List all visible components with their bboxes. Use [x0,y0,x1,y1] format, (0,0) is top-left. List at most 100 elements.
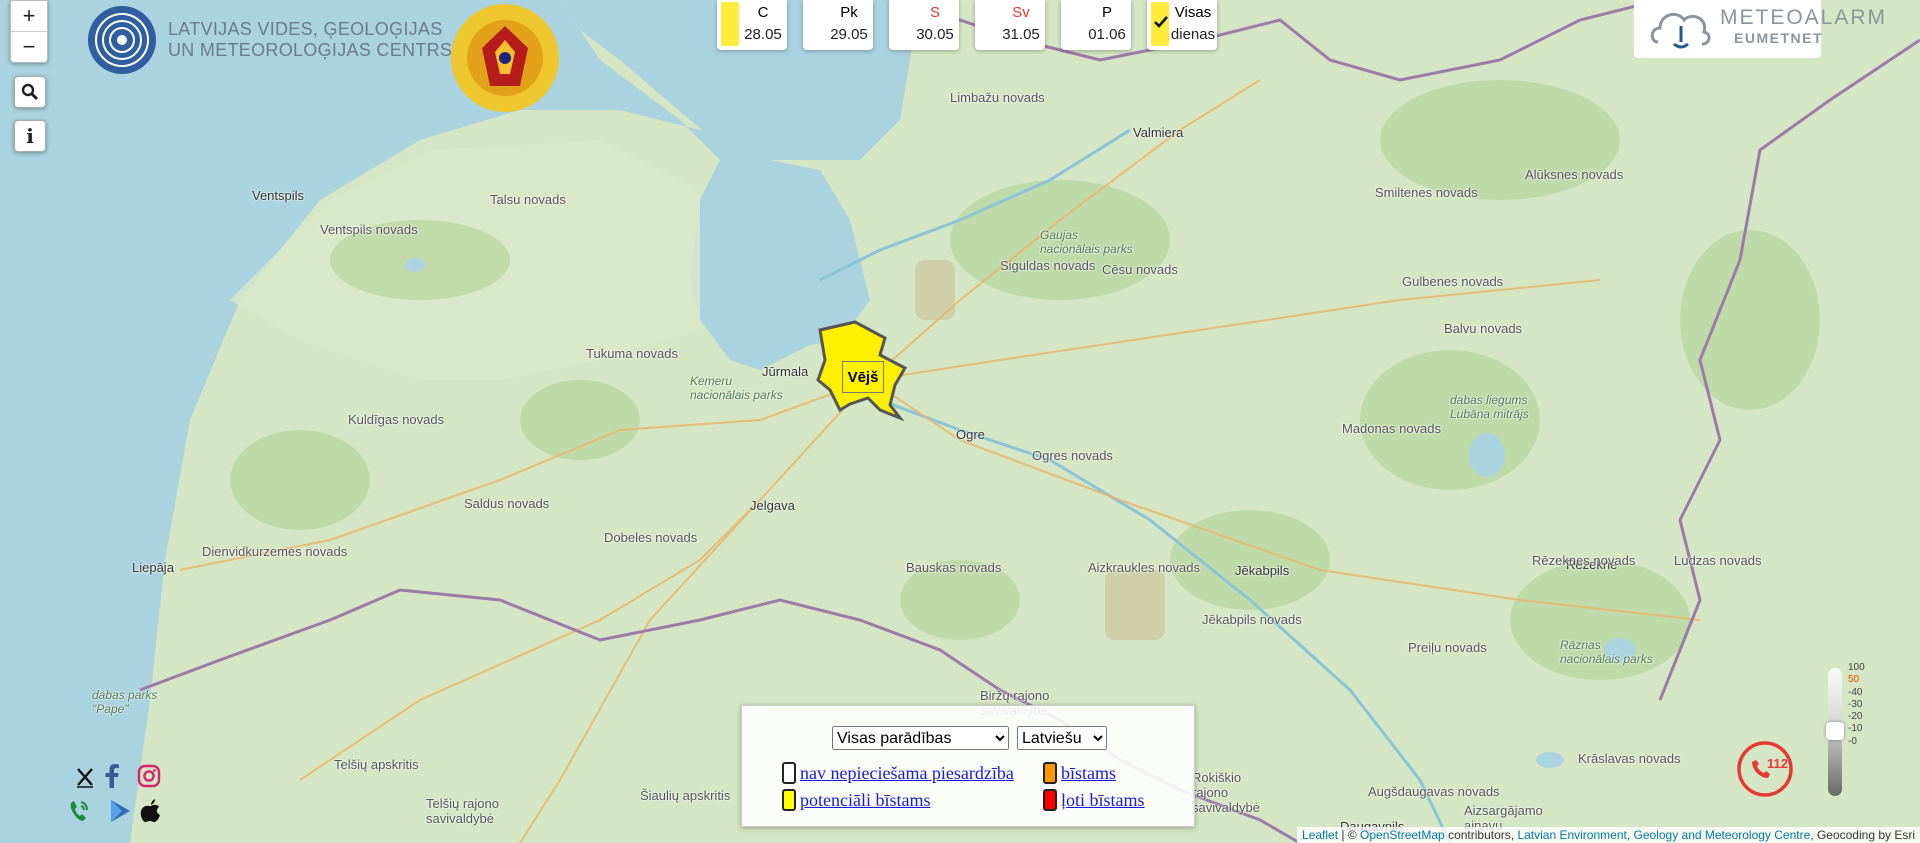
foreign-region-label: Šiaulių apskritis [640,788,731,803]
checkmark-icon [1154,16,1168,28]
novads-label: Smiltenes novads [1375,185,1478,200]
novads-label: Augšdaugavas novads [1368,784,1500,799]
novads-label: Preiļu novads [1408,640,1487,655]
leaflet-link[interactable]: Leaflet [1302,828,1338,842]
instagram-icon[interactable] [137,764,161,788]
google-play-icon[interactable] [108,798,132,824]
all-days-toggle[interactable]: Visas dienas [1147,0,1217,50]
novads-label: Gulbenes novads [1402,274,1504,289]
legend-item-potential: potenciāli bīstams [782,789,930,811]
city-label: Ogre [956,427,985,442]
attribution-separator: | © [1338,828,1361,842]
phone-icon[interactable] [67,798,91,824]
novads-label: Jēkabpils novads [1202,612,1302,627]
city-label: Ventspils [252,188,305,203]
legend-swatch-red [1043,789,1057,811]
zoom-in-button[interactable]: + [11,1,47,31]
search-icon [21,83,39,101]
scale-tick: -0 [1848,735,1857,747]
scale-slider-handle[interactable] [1826,722,1844,740]
foreign-region-label: Telšių rajono savivaldybė [426,796,499,826]
novads-label: Tukuma novads [586,346,679,361]
novads-label: Kuldīgas novads [348,412,445,427]
novads-label: Siguldas novads [1000,258,1096,273]
foreign-region-label: Telšių apskritis [334,757,419,772]
info-button[interactable]: i [14,120,46,152]
warning-marker-wind[interactable]: Vējš [842,361,884,393]
map-attribution: Leaflet | © OpenStreetMap contributors, … [1297,827,1920,843]
day-tab-0[interactable]: C 28.05 [717,0,787,50]
facebook-icon[interactable] [104,764,120,788]
city-label: Jēkabpils [1235,563,1290,578]
zoom-control: + − [10,0,48,63]
day-tab-3[interactable]: Sv 31.05 [975,0,1045,50]
scale-tick: -30 [1848,698,1863,710]
meteoalarm-title: METEOALARM [1720,6,1888,29]
day-tab-2[interactable]: S 30.05 [889,0,959,50]
scale-tick: -20 [1848,711,1863,723]
day-name: Sv [1012,4,1030,21]
day-name: C [757,4,769,21]
legend-link-none[interactable]: nav nepieciešama piesardzība [800,763,1014,784]
park-label: Rāznas nacionālais parks [1560,638,1653,666]
day-date: 30.05 [916,26,954,43]
scale-tick: -10 [1848,723,1863,735]
phenomenon-filter-select[interactable]: Visas parādības [832,726,1009,750]
novads-label: Ludzas novads [1674,553,1762,568]
park-label: Kemeru nacionālais parks [690,374,783,402]
scale-ticks: 100 50 -40 -30 -20 -10 -0 [1848,662,1865,748]
legend-link-potential[interactable]: potenciāli bīstams [800,790,930,811]
lvgmc-link[interactable]: Latvian Environment, Geology and Meteoro… [1517,828,1810,842]
legend-selects: Visas parādības Latviešu [832,726,1107,750]
park-label: Gaujas nacionālais parks [1040,228,1133,256]
lvgmc-title-line2: UN METEOROLOĢIJAS CENTRS [168,40,453,60]
novads-label: Limbažu novads [950,90,1045,105]
novads-label: Cēsu novads [1102,262,1178,277]
city-label: Liepāja [132,560,174,575]
novads-label: Ogres novads [1032,448,1113,463]
zoom-out-button[interactable]: − [11,31,47,62]
meteoalarm-cloud-icon [1650,12,1711,49]
novads-label: Dobeles novads [604,530,698,545]
day-tab-4[interactable]: P 01.06 [1061,0,1131,50]
legend-link-dangerous[interactable]: bīstams [1061,763,1116,784]
day-date: 01.06 [1088,26,1126,43]
scale-tick: -40 [1848,686,1863,698]
day-name: S [929,4,940,21]
lvgmc-title-line1: LATVIJAS VIDES, ĢEOLOĢIJAS [168,19,443,39]
legend-item-very-dangerous: ļoti bīstams [1043,789,1145,811]
language-select[interactable]: Latviešu [1017,726,1107,750]
info-icon: i [26,124,34,148]
lvgmc-logo[interactable]: LATVIJAS VIDES, ĢEOLOĢIJAS UN METEOROLOĢ… [86,4,452,76]
legend-swatch-yellow [782,789,796,811]
all-days-line1: Visas [1174,4,1212,21]
novads-label: Saldus novads [464,496,550,511]
novads-label: Alūksnes novads [1525,167,1624,182]
novads-label: Aizkraukles novads [1088,560,1200,575]
novads-label: Talsu novads [490,192,566,207]
day-name: Pk [840,4,858,21]
legend-link-very-dangerous[interactable]: ļoti bīstams [1061,790,1145,811]
day-tab-1[interactable]: Pk 29.05 [803,0,873,50]
legend-item-dangerous: bīstams [1043,762,1116,784]
city-label: Jelgava [750,498,795,513]
search-button[interactable] [14,76,46,108]
day-name: P [1101,4,1112,21]
emergency-112-button[interactable]: 112 [1736,740,1794,798]
meteoalarm-subtitle: EUMETNET [1734,30,1823,46]
day-date: 31.05 [1002,26,1040,43]
fire-rescue-emblem-icon[interactable] [440,0,570,118]
apple-icon[interactable] [140,798,162,824]
lvgmc-emblem-icon [88,6,156,74]
osm-link[interactable]: OpenStreetMap [1360,828,1445,842]
novads-label: Dienvidkurzemes novads [202,544,348,559]
park-label: dabas liegums Lubāna mitrājs [1450,393,1529,421]
novads-label: Rēzeknes novads [1532,553,1636,568]
legend-swatch-white [782,762,796,784]
novads-label: Bauskas novads [906,560,1002,575]
x-icon[interactable] [75,766,95,788]
meteoalarm-logo[interactable]: METEOALARM EUMETNET [1634,0,1885,58]
scale-tick: 100 [1848,662,1865,673]
emergency-number: 112 [1767,756,1788,771]
attribution-text: contributors, [1444,828,1518,842]
